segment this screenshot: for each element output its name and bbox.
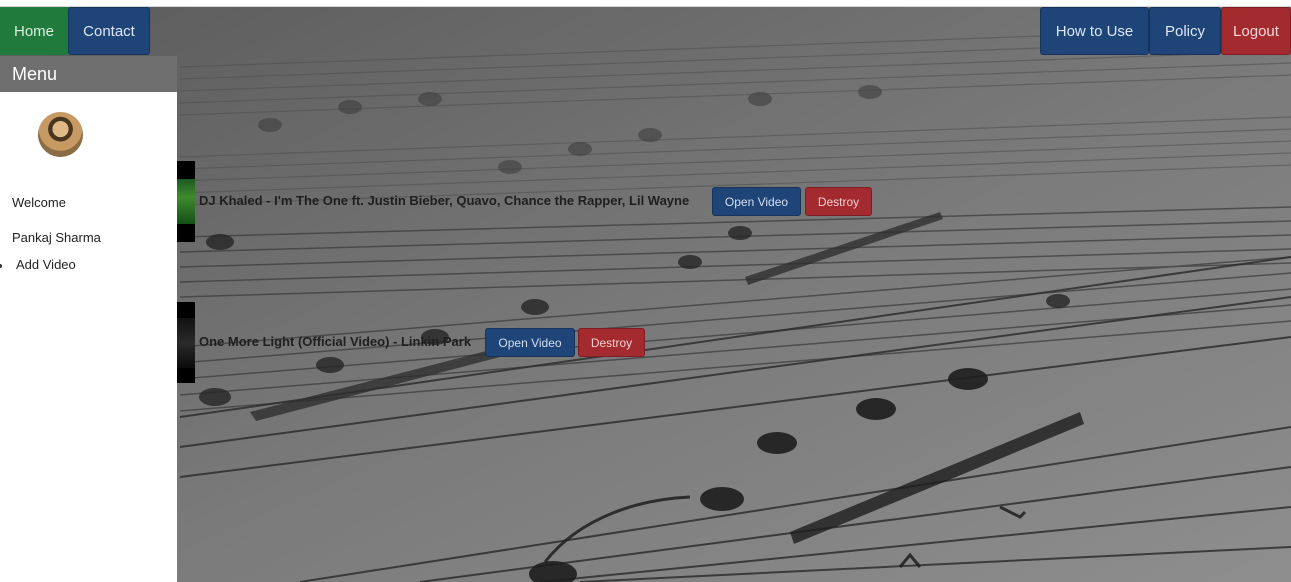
nav-home-button[interactable]: Home [0, 7, 68, 55]
add-video-link[interactable]: Add Video [16, 257, 76, 272]
nav-contact-button[interactable]: Contact [68, 7, 150, 55]
welcome-text: Welcome [12, 195, 66, 210]
nav-logout-button[interactable]: Logout [1221, 7, 1291, 55]
destroy-button[interactable]: Destroy [578, 328, 645, 357]
destroy-button[interactable]: Destroy [805, 187, 872, 216]
sidebar-title: Menu [0, 56, 177, 92]
video-thumbnail[interactable] [177, 161, 195, 242]
browser-top-strip [0, 0, 1291, 7]
user-name: Pankaj Sharma [12, 230, 101, 245]
open-video-button[interactable]: Open Video [712, 187, 801, 216]
avatar [38, 112, 83, 157]
video-title: DJ Khaled - I'm The One ft. Justin Biebe… [199, 193, 690, 208]
sidebar: Menu Welcome Pankaj Sharma Add Video [0, 56, 177, 582]
open-video-button[interactable]: Open Video [485, 328, 575, 357]
sheet-music-background [0, 7, 1291, 582]
video-title: One More Light (Official Video) - Linkin… [199, 334, 472, 349]
nav-policy-button[interactable]: Policy [1149, 7, 1221, 55]
video-thumbnail[interactable] [177, 302, 195, 383]
bullet-icon [0, 264, 2, 268]
nav-how-to-use-button[interactable]: How to Use [1040, 7, 1149, 55]
sheet-music-illustration [0, 7, 1291, 582]
